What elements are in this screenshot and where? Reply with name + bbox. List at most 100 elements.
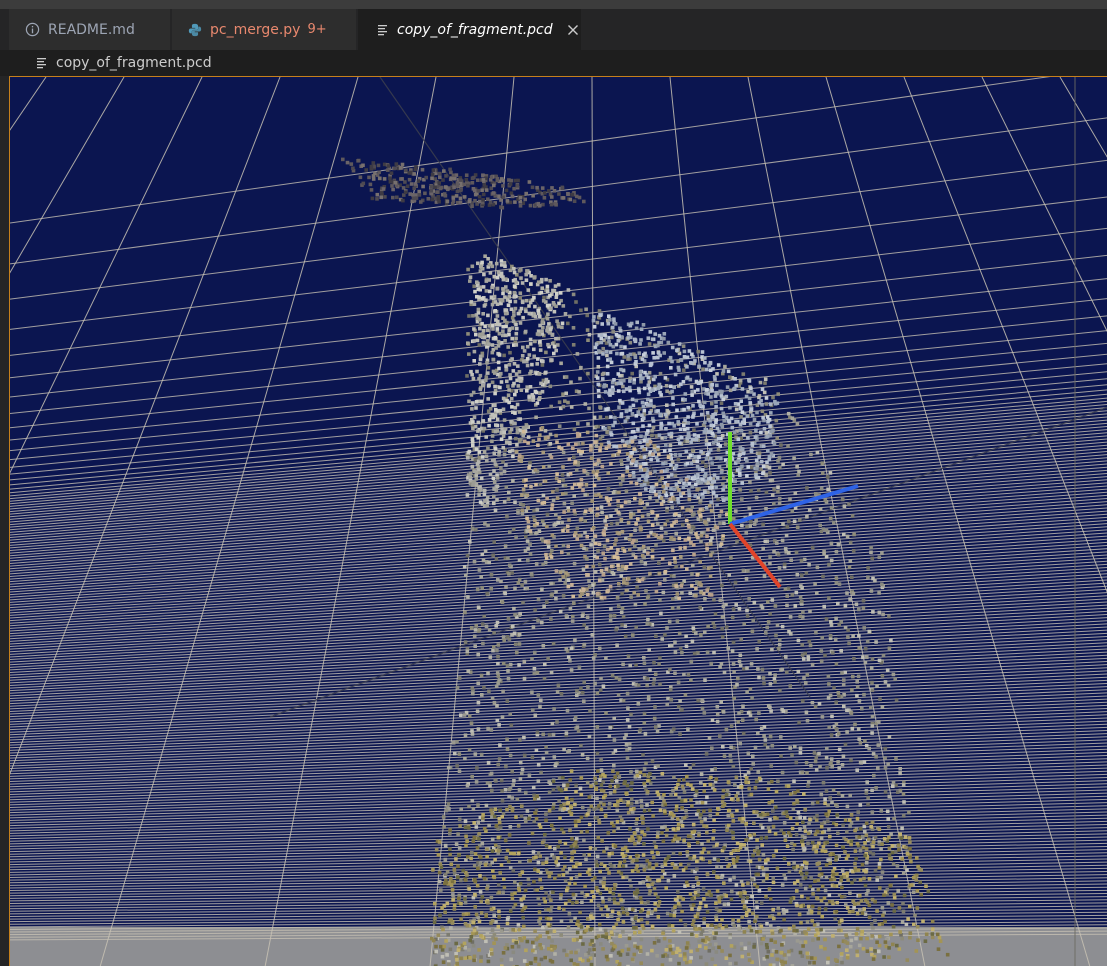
- cloud-point: [465, 374, 469, 378]
- cloud-point: [712, 375, 717, 379]
- cloud-point: [725, 385, 730, 389]
- cloud-point: [691, 626, 696, 630]
- cloud-point: [572, 601, 576, 605]
- cloud-point: [864, 846, 869, 851]
- cloud-point: [531, 625, 536, 629]
- cloud-point: [855, 693, 859, 698]
- cloud-point: [566, 925, 571, 929]
- cloud-point: [511, 782, 515, 787]
- cloud-point: [704, 752, 709, 756]
- cloud-point: [785, 814, 790, 819]
- cloud-point: [779, 735, 783, 739]
- point-cloud-viewer[interactable]: [9, 76, 1107, 966]
- cloud-point: [653, 374, 657, 379]
- cloud-point: [804, 710, 809, 715]
- cloud-point: [673, 452, 678, 457]
- cloud-point: [519, 814, 524, 818]
- cloud-point: [532, 508, 536, 513]
- cloud-point: [720, 799, 725, 804]
- viewer-canvas[interactable]: [10, 77, 1107, 966]
- cloud-point: [841, 823, 845, 827]
- cloud-point: [622, 378, 626, 383]
- cloud-point: [752, 522, 757, 526]
- breadcrumb-filename[interactable]: copy_of_fragment.pcd: [56, 55, 212, 71]
- cloud-point: [835, 900, 839, 905]
- cloud-point: [788, 816, 793, 820]
- cloud-point: [708, 485, 712, 490]
- cloud-point: [750, 877, 754, 882]
- cloud-point: [537, 332, 542, 337]
- cloud-point: [502, 452, 507, 457]
- cloud-point: [542, 295, 546, 300]
- cloud-point: [814, 818, 819, 822]
- cloud-point: [660, 637, 664, 641]
- cloud-point: [697, 939, 701, 943]
- tab-readme[interactable]: README.md: [9, 9, 171, 50]
- cloud-point: [670, 812, 674, 816]
- cloud-point: [496, 339, 501, 344]
- cloud-point: [824, 812, 828, 816]
- cloud-point: [579, 792, 584, 797]
- cloud-point: [725, 828, 729, 832]
- cloud-point: [479, 575, 483, 579]
- cloud-point: [595, 796, 599, 801]
- cloud-point: [669, 431, 674, 436]
- tab-pc-merge[interactable]: pc_merge.py 9+: [172, 9, 357, 50]
- cloud-point: [806, 831, 811, 836]
- cloud-point: [776, 779, 780, 784]
- close-icon[interactable]: [567, 24, 579, 36]
- cloud-point: [804, 865, 808, 870]
- cloud-point: [652, 840, 657, 845]
- cloud-point: [865, 949, 870, 953]
- cloud-point: [700, 842, 704, 846]
- cloud-point: [758, 929, 763, 934]
- cloud-point: [527, 395, 531, 399]
- cloud-point: [738, 378, 743, 383]
- cloud-point: [795, 939, 800, 943]
- cloud-point: [552, 802, 556, 807]
- cloud-point: [473, 628, 478, 632]
- cloud-point: [513, 586, 517, 591]
- cloud-point: [486, 366, 491, 370]
- cloud-point: [621, 920, 626, 924]
- cloud-point: [476, 652, 480, 657]
- cloud-point: [653, 332, 657, 336]
- cloud-point: [755, 914, 759, 919]
- cloud-point: [442, 825, 446, 829]
- cloud-point: [886, 683, 891, 688]
- cloud-point: [816, 936, 820, 941]
- cloud-point: [717, 514, 722, 518]
- cloud-point: [772, 677, 777, 681]
- cloud-point: [635, 773, 640, 778]
- cloud-point: [605, 353, 609, 358]
- cloud-point: [659, 426, 663, 430]
- cloud-point: [472, 327, 476, 331]
- cloud-point: [703, 817, 707, 821]
- cloud-point: [687, 492, 691, 497]
- cloud-point: [849, 711, 854, 715]
- cloud-point: [735, 841, 740, 846]
- cloud-point: [680, 805, 684, 810]
- cloud-point: [694, 631, 698, 636]
- cloud-point: [702, 400, 707, 405]
- cloud-point: [836, 760, 840, 764]
- tab-copy-of-fragment[interactable]: copy_of_fragment.pcd: [358, 9, 582, 50]
- cloud-point: [720, 949, 724, 953]
- cloud-point: [720, 615, 725, 620]
- cloud-point: [549, 670, 554, 675]
- cloud-point: [528, 552, 533, 556]
- cloud-point: [600, 896, 605, 900]
- tab-label: README.md: [48, 21, 135, 38]
- cloud-point: [702, 897, 706, 901]
- cloud-point: [550, 721, 555, 726]
- cloud-point: [558, 291, 563, 295]
- cloud-point: [540, 363, 545, 367]
- cloud-point: [604, 711, 608, 715]
- cloud-point: [680, 650, 684, 655]
- cloud-point: [596, 934, 601, 938]
- cloud-point: [488, 472, 493, 477]
- cloud-point: [673, 473, 678, 478]
- cloud-point: [540, 277, 544, 282]
- cloud-point: [607, 871, 611, 875]
- cloud-point: [802, 657, 806, 661]
